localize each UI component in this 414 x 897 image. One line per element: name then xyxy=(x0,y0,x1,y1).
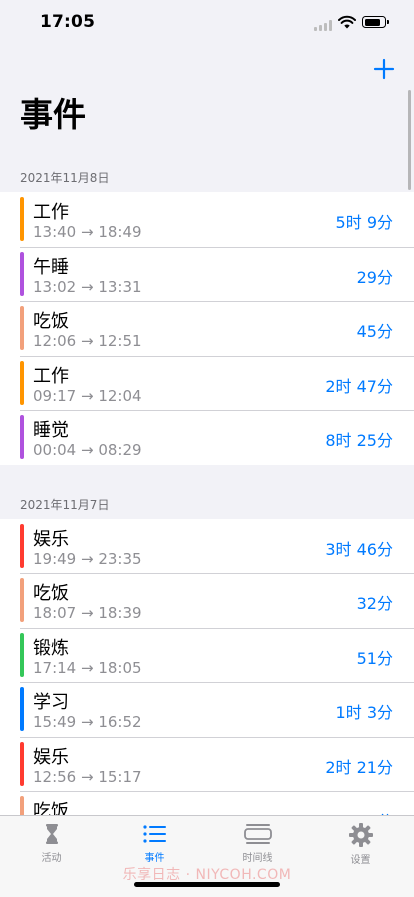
scroll-indicator xyxy=(408,90,411,190)
event-name: 娱乐 xyxy=(33,746,69,768)
event-time-range: 12:56 → 15:17 xyxy=(33,767,142,786)
event-row[interactable]: 吃饭 12:06 → 12:51 45分 xyxy=(0,301,414,356)
tab-label: 活动 xyxy=(41,853,62,864)
event-color-bar xyxy=(20,197,24,241)
event-duration: 32分 xyxy=(356,594,393,613)
hourglass-icon xyxy=(45,824,58,844)
event-time-range: 00:04 → 08:29 xyxy=(33,441,142,459)
event-time-range: 12:06 → 12:51 xyxy=(33,332,142,350)
event-duration: 2时 47分 xyxy=(325,376,393,396)
event-color-bar xyxy=(20,523,24,568)
event-name: 锻炼 xyxy=(33,637,69,659)
event-name: 睡觉 xyxy=(33,420,69,441)
event-duration: 51分 xyxy=(357,808,393,815)
wifi-icon xyxy=(338,15,356,29)
event-color-bar xyxy=(20,578,24,622)
watermark: 乐享日志 · NIYCOH.COM xyxy=(122,867,292,883)
add-event-button[interactable] xyxy=(370,55,398,83)
event-time-range: 13:02 → 13:31 xyxy=(33,277,142,296)
event-row[interactable]: 娱乐 19:49 → 23:35 3时 46分 xyxy=(0,518,414,573)
event-color-bar xyxy=(20,306,24,350)
plus-icon xyxy=(373,58,395,80)
event-row[interactable]: 工作 09:17 → 12:04 2时 47分 xyxy=(0,355,414,410)
timeline-icon xyxy=(243,824,272,844)
event-color-bar xyxy=(20,741,24,786)
event-section: 工作 13:40 → 18:49 5时 9分 午睡 13:02 → 13:31 29分 吃饭… xyxy=(0,192,414,465)
event-color-bar xyxy=(20,251,24,296)
event-name: 吃饭 xyxy=(33,801,69,815)
event-section: 娱乐 19:49 → 23:35 3时 46分 吃饭 18:07 → 18:39 32分锻… xyxy=(0,518,414,815)
cellular-signal-icon xyxy=(314,20,334,31)
event-duration: 45分 xyxy=(356,322,393,341)
page-title: 事件 xyxy=(20,95,86,134)
event-name: 吃饭 xyxy=(33,311,69,332)
event-time-range: 18:07 → 18:39 xyxy=(33,604,142,622)
event-name: 工作 xyxy=(33,365,69,387)
tab-label: 事件 xyxy=(144,853,165,864)
status-bar: 17:05 xyxy=(0,0,414,46)
event-time-range: 15:49 → 16:52 xyxy=(33,713,142,731)
event-color-bar xyxy=(20,360,24,405)
event-name: 学习 xyxy=(33,692,69,713)
event-row[interactable]: 学习 15:49 → 16:52 1时 3分 xyxy=(0,682,414,737)
event-row[interactable]: 吃饭 51分 xyxy=(0,791,414,815)
event-name: 娱乐 xyxy=(33,528,69,550)
event-duration: 1时 3分 xyxy=(335,703,393,722)
event-row[interactable]: 工作 13:40 → 18:49 5时 9分 xyxy=(0,192,414,247)
event-row[interactable]: 午睡 13:02 → 13:31 29分 xyxy=(0,246,414,301)
tab-label: 时间线 xyxy=(242,853,273,864)
event-color-bar xyxy=(20,796,24,815)
event-color-bar xyxy=(20,632,24,677)
event-color-bar xyxy=(20,687,24,731)
event-color-bar xyxy=(20,415,24,459)
event-duration: 8时 25分 xyxy=(325,431,393,450)
event-time-range: 09:17 → 12:04 xyxy=(33,386,142,405)
event-time-range: 19:49 → 23:35 xyxy=(33,549,142,568)
event-name: 吃饭 xyxy=(33,583,69,604)
battery-level xyxy=(364,18,380,26)
event-duration: 5时 9分 xyxy=(335,213,393,232)
event-duration: 51分 xyxy=(356,648,393,668)
event-row[interactable]: 睡觉 00:04 → 08:29 8时 25分 xyxy=(0,410,414,465)
section-date-header: 2021年11月8日 xyxy=(20,171,110,185)
event-list[interactable]: 2021年11月8日 工作 13:40 → 18:49 5时 9分 午睡 13:02 → … xyxy=(0,160,414,815)
event-name: 午睡 xyxy=(33,256,69,278)
section-date-header: 2021年11月7日 xyxy=(20,497,110,512)
list-icon xyxy=(142,825,166,843)
event-duration: 3时 46分 xyxy=(325,539,393,559)
event-duration: 2时 21分 xyxy=(325,757,393,777)
event-time-range: 13:40 → 18:49 xyxy=(33,223,142,241)
event-row[interactable]: 娱乐 12:56 → 15:17 2时 21分 xyxy=(0,736,414,791)
event-duration: 29分 xyxy=(356,267,393,287)
home-indicator[interactable] xyxy=(134,882,280,887)
status-time: 17:05 xyxy=(40,12,96,32)
event-row[interactable]: 吃饭 18:07 → 18:39 32分 xyxy=(0,573,414,628)
event-time-range: 17:14 → 18:05 xyxy=(33,658,142,677)
gear-icon xyxy=(348,823,373,847)
event-row[interactable]: 锻炼 17:14 → 18:05 51分 xyxy=(0,627,414,682)
battery-icon xyxy=(362,16,389,28)
event-name: 工作 xyxy=(33,202,69,223)
